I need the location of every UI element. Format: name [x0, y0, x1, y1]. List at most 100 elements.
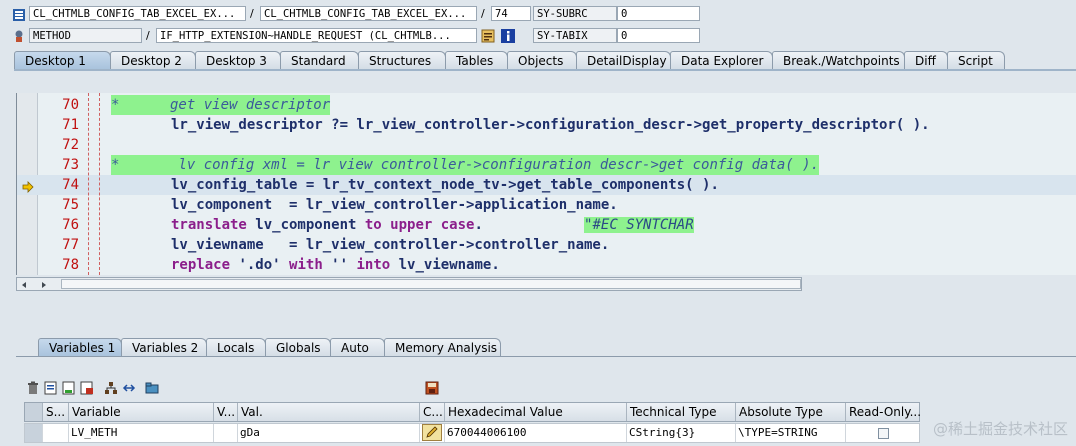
code-line[interactable]: 72	[17, 135, 1076, 155]
read-only-cell	[846, 424, 920, 442]
line-number: 78	[62, 257, 79, 273]
table-row[interactable]: LV_METH gDa 670044006100 CString{3} \TYP…	[24, 423, 920, 443]
code-fragment: lv_viewname.	[390, 257, 500, 273]
change-cell[interactable]	[420, 424, 445, 442]
column-header-v[interactable]: V...	[214, 403, 238, 421]
line-number: 73	[62, 157, 79, 173]
column-header-variable[interactable]: Variable	[69, 403, 214, 421]
tab-breakpoints-watchpoints[interactable]: Break./Watchpoints	[772, 51, 905, 69]
code-line[interactable]: 78 replace '.do' with '' into lv_viewnam…	[17, 255, 1076, 275]
separator: /	[481, 7, 485, 20]
lower-tab-strip-line	[16, 356, 1076, 357]
hex-value-cell[interactable]: 670044006100	[445, 424, 627, 442]
line-number: 70	[62, 97, 79, 113]
tab-memory-analysis[interactable]: Memory Analysis	[384, 338, 501, 356]
insert-row-icon[interactable]	[44, 381, 58, 395]
tab-variables-2[interactable]: Variables 2	[121, 338, 207, 356]
code-comment: * lv config xml = lr view controller->co…	[111, 155, 820, 175]
horizontal-scrollbar[interactable]	[16, 277, 802, 291]
source-code-icon[interactable]	[481, 29, 495, 43]
tab-detail-display[interactable]: DetailDisplay	[576, 51, 671, 69]
delete-icon[interactable]	[26, 381, 40, 395]
event-type-field: METHOD	[29, 28, 142, 43]
code-text: translate lv_component to upper case. "#…	[171, 215, 694, 235]
navigate-icon[interactable]	[122, 381, 136, 395]
column-header-absolute-type[interactable]: Absolute Type	[736, 403, 846, 421]
save-variant-icon[interactable]	[80, 381, 94, 395]
scroll-left-icon[interactable]	[19, 279, 29, 293]
line-number: 76	[62, 217, 79, 233]
variable-cell[interactable]: LV_METH	[69, 424, 214, 442]
load-icon[interactable]	[62, 381, 76, 395]
event-field[interactable]: IF_HTTP_EXTENSION~HANDLE_REQUEST (CL_CHT…	[156, 28, 477, 43]
program-icon	[12, 8, 26, 22]
absolute-type-cell[interactable]: \TYPE=STRING	[736, 424, 846, 442]
scroll-right-icon[interactable]	[39, 279, 49, 293]
tab-variables-1[interactable]: Variables 1	[38, 338, 122, 356]
row-selector-header[interactable]	[25, 403, 43, 421]
tab-auto[interactable]: Auto	[330, 338, 385, 356]
code-text: replace '.do' with '' into lv_viewname.	[171, 255, 500, 275]
source-code-editor[interactable]: 70 * get view descriptor 71 lr_view_desc…	[16, 93, 1076, 275]
column-header-hex-value[interactable]: Hexadecimal Value	[445, 403, 627, 421]
tab-tables[interactable]: Tables	[445, 51, 508, 69]
keyword: replace	[171, 257, 231, 273]
save-icon[interactable]	[425, 381, 439, 395]
program-field[interactable]: CL_CHTMLB_CONFIG_TAB_EXCEL_EX...	[29, 6, 246, 21]
tab-desktop-2[interactable]: Desktop 2	[110, 51, 196, 69]
tab-globals[interactable]: Globals	[265, 338, 331, 356]
column-header-status[interactable]: S...	[43, 403, 69, 421]
separator: /	[250, 7, 254, 20]
status-cell	[43, 424, 69, 442]
code-fragment: lv_component	[246, 217, 365, 233]
keyword: to upper case	[364, 217, 475, 233]
code-text: lv_component = lr_view_controller->appli…	[171, 197, 618, 213]
column-header-value[interactable]: Val.	[238, 403, 420, 421]
gutter-divider	[88, 93, 89, 275]
tab-structures[interactable]: Structures	[358, 51, 446, 69]
tab-locals[interactable]: Locals	[206, 338, 266, 356]
keyword: translate	[171, 217, 247, 233]
tab-data-explorer[interactable]: Data Explorer	[670, 51, 773, 69]
code-line[interactable]: 73 * lv config xml = lr view controller-…	[17, 155, 1076, 175]
gutter-divider	[99, 93, 100, 275]
keyword: with	[289, 257, 323, 273]
line-number-field[interactable]: 74	[491, 6, 531, 21]
tab-diff[interactable]: Diff	[904, 51, 948, 69]
variables-tabs: Variables 1 Variables 2 Locals Globals A…	[38, 338, 501, 357]
sysvar-value-field[interactable]: 0	[617, 6, 700, 21]
technical-type-cell[interactable]: CString{3}	[627, 424, 736, 442]
code-line[interactable]: 75 lv_component = lr_view_controller->ap…	[17, 195, 1076, 215]
info-icon[interactable]	[501, 29, 515, 43]
code-text: lv_viewname = lr_view_controller->contro…	[171, 237, 610, 253]
folder-icon[interactable]	[145, 381, 159, 395]
variables-table-header: S... Variable V... Val. C... Hexadecimal…	[24, 402, 920, 422]
edit-pencil-icon[interactable]	[422, 424, 442, 441]
method-icon	[12, 29, 26, 43]
read-only-checkbox[interactable]	[878, 428, 889, 439]
code-line[interactable]: 76 translate lv_component to upper case.…	[17, 215, 1076, 235]
code-line[interactable]: 71 lr_view_descriptor ?= lr_view_control…	[17, 115, 1076, 135]
current-code-line[interactable]: 74 lv_config_table = lr_tv_context_node_…	[17, 175, 1076, 195]
hierarchy-icon[interactable]	[104, 381, 118, 395]
tab-desktop-3[interactable]: Desktop 3	[195, 51, 281, 69]
code-line[interactable]: 77 lv_viewname = lr_view_controller->con…	[17, 235, 1076, 255]
tab-objects[interactable]: Objects	[507, 51, 577, 69]
sysvar-value-field[interactable]: 0	[617, 28, 700, 43]
tab-script[interactable]: Script	[947, 51, 1005, 69]
code-fragment: .	[474, 217, 483, 233]
watermark: @稀土掘金技术社区	[932, 420, 1068, 438]
code-line[interactable]: 70 * get view descriptor	[17, 95, 1076, 115]
include-field[interactable]: CL_CHTMLB_CONFIG_TAB_EXCEL_EX...	[260, 6, 477, 21]
scrollbar-thumb[interactable]	[61, 279, 801, 289]
column-header-read-only[interactable]: Read-Only...	[846, 403, 920, 421]
column-header-change[interactable]: C...	[420, 403, 445, 421]
code-text: lv_config_table = lr_tv_context_node_tv-…	[171, 177, 719, 193]
sysvar-name-field: SY-TABIX	[533, 28, 617, 43]
value-cell[interactable]: gDa	[238, 424, 420, 442]
tab-desktop-1[interactable]: Desktop 1	[14, 51, 111, 69]
line-number: 72	[62, 137, 79, 153]
tab-standard[interactable]: Standard	[280, 51, 359, 69]
column-header-technical-type[interactable]: Technical Type	[627, 403, 736, 421]
row-selector[interactable]	[25, 424, 43, 442]
